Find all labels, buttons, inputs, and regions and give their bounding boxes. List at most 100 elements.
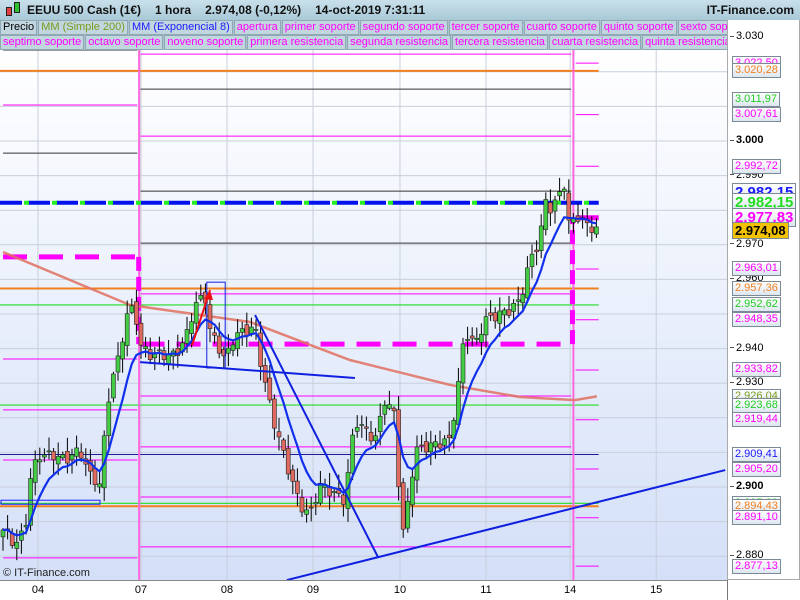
candle-body xyxy=(308,506,314,509)
candle-body xyxy=(538,225,544,251)
candle-body xyxy=(267,377,273,401)
candle-body xyxy=(276,431,282,438)
candle-body xyxy=(479,333,484,343)
candle-body xyxy=(483,316,489,336)
legend-row-2: septimo soporte octavo soporte noveno sopo… xyxy=(0,35,727,50)
candle-body xyxy=(97,483,102,488)
price-level-label: 2.877,13 xyxy=(732,558,781,574)
candle-body xyxy=(239,328,245,333)
x-tick-label: 04 xyxy=(31,584,45,596)
candle-body xyxy=(410,476,415,506)
candle-body xyxy=(120,341,125,360)
candle-body xyxy=(106,401,112,436)
legend-item[interactable]: segundo soporte xyxy=(359,20,448,35)
candle-body xyxy=(143,346,148,350)
candle-body xyxy=(515,299,521,302)
candle-body xyxy=(460,343,466,384)
y-tick-label: 2.940 xyxy=(730,342,764,355)
candle-body xyxy=(207,304,213,329)
legend-item[interactable]: apertura xyxy=(233,20,281,35)
candle-body xyxy=(520,294,526,304)
candle-body xyxy=(230,344,236,351)
candle-body xyxy=(74,447,79,457)
candle-body xyxy=(377,415,383,433)
candle-body xyxy=(253,329,259,331)
x-tick-label: 09 xyxy=(306,584,320,596)
legend-item[interactable]: MM (Exponencial 8) xyxy=(128,20,233,35)
candle-body xyxy=(594,226,599,235)
price-level-label: 2.909,41 xyxy=(732,446,781,462)
candle-body xyxy=(313,502,319,505)
candle-body xyxy=(511,303,516,312)
candle-body xyxy=(299,497,305,513)
candle-body xyxy=(405,500,411,529)
candle-body xyxy=(433,441,438,448)
candle-body xyxy=(262,365,268,383)
candle-body xyxy=(272,398,277,429)
legend-item[interactable]: MM (Simple 200) xyxy=(38,20,128,35)
candle-body xyxy=(502,309,507,316)
legend-item[interactable]: primer soporte xyxy=(281,20,359,35)
price-axis[interactable]: 3.030 3.000 2.990 2.970 2.960 2.940 2.930 2.900… xyxy=(727,20,800,600)
legend-item[interactable]: tercer soporte xyxy=(448,20,523,35)
watermark: © IT-Finance.com xyxy=(3,567,90,579)
legend-item[interactable]: sexto soporte xyxy=(677,20,727,35)
candle-body xyxy=(184,329,190,344)
legend-item[interactable]: segunda resistencia xyxy=(347,35,452,50)
candle-body xyxy=(359,424,365,426)
candle-body xyxy=(281,439,286,451)
candle-body xyxy=(189,321,194,334)
candle-body xyxy=(134,301,139,325)
candle-body xyxy=(354,427,360,432)
candle-body xyxy=(42,454,47,458)
x-tick-label: 14 xyxy=(564,584,577,596)
y-tick-label: 3.030 xyxy=(730,30,764,43)
candle-body xyxy=(235,332,240,350)
site-name: IT-Finance.com xyxy=(706,3,794,17)
legend-item[interactable]: quinta resistencia xyxy=(642,35,727,50)
candle-body xyxy=(193,302,199,324)
y-tick-label: 2.930 xyxy=(730,376,764,389)
candle-body xyxy=(147,349,153,361)
legend-item[interactable]: septimo soporte xyxy=(0,35,85,50)
candle-body xyxy=(69,454,75,461)
candle-body xyxy=(391,407,397,412)
datetime: 14-oct-2019 7:31:11 xyxy=(315,3,426,17)
candle-body xyxy=(488,312,493,316)
candle-body xyxy=(525,267,530,299)
candle-body xyxy=(51,451,56,461)
x-tick-label: 11 xyxy=(480,584,492,596)
candle-body xyxy=(492,312,498,322)
candle-body xyxy=(497,310,503,324)
legend-item[interactable]: primera resistencia xyxy=(247,35,347,50)
price-level-label: 2.963,01 xyxy=(732,261,781,277)
candle-body xyxy=(111,373,116,399)
y-tick-label: 3.000 xyxy=(730,134,764,147)
current-price-label: 2.974,08 xyxy=(732,222,789,240)
timeframe: 1 hora xyxy=(155,3,192,17)
legend-item[interactable]: octavo soporte xyxy=(85,35,164,50)
legend-item[interactable]: quinto soporte xyxy=(600,20,677,35)
legend-item[interactable]: noveno soporte xyxy=(164,35,247,50)
candle-body xyxy=(285,448,291,475)
candle-body xyxy=(92,468,98,485)
candle-body xyxy=(396,409,401,488)
candle-body xyxy=(331,491,337,493)
price-level-label: 2.952,62 xyxy=(732,297,781,313)
legend-item[interactable]: cuarto soporte xyxy=(523,20,600,35)
candle-body xyxy=(529,253,535,268)
price-chart[interactable] xyxy=(0,50,727,580)
candle-body xyxy=(400,482,406,530)
candlestick-logo-icon xyxy=(4,1,24,19)
candle-body xyxy=(442,438,447,446)
legend-item[interactable]: cuarta resistencia xyxy=(548,35,642,50)
price-level-label: 2.957,36 xyxy=(732,281,781,297)
legend-item[interactable]: tercera resistencia xyxy=(452,35,548,50)
candle-body xyxy=(552,199,558,212)
candle-body xyxy=(304,509,309,515)
candle-body xyxy=(561,188,567,192)
chart-background xyxy=(0,50,727,580)
legend-item[interactable]: Precio xyxy=(0,20,38,35)
x-axis: 04 07 08 09 10 11 14 15 xyxy=(0,580,727,600)
candle-body xyxy=(212,332,217,336)
